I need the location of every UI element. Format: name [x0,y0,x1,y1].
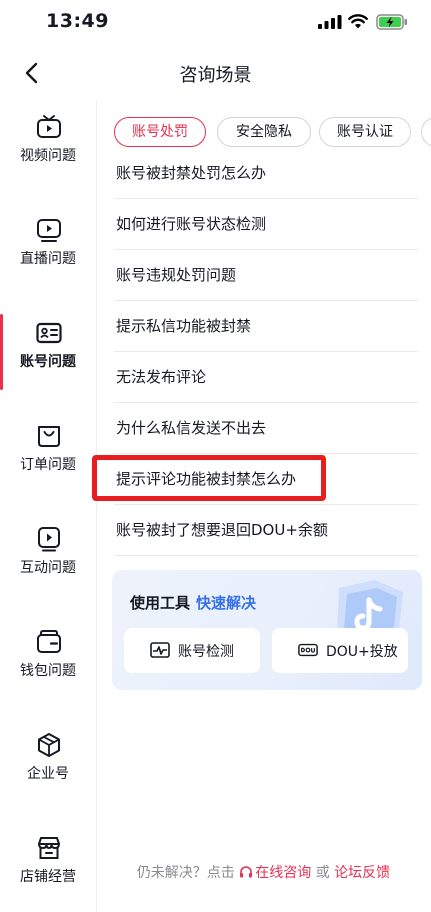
online-consult-label: 在线咨询 [255,865,312,881]
tools-title-accent: 快速解决 [196,594,257,612]
sidebar-item-label: 互动问题 [20,560,76,576]
question-text: 账号违规处罚问题 [116,266,237,284]
sidebar-item-label: 企业号 [27,766,69,782]
question-text: 无法发布评论 [116,368,207,386]
footer-or: 或 [315,865,330,881]
question-text: 为什么私信发送不出去 [116,419,267,437]
dou-plus-button[interactable]: DOU+投放 [272,628,408,673]
sidebar-item-enterprise[interactable]: 企业号 [0,718,96,821]
sidebar-item-live[interactable]: 直播问题 [0,203,96,306]
battery-charging-icon [376,14,407,30]
question-text: 提示私信功能被封禁 [116,317,252,335]
shopping-bag-icon [38,426,60,447]
tool-label: 账号检测 [178,644,234,660]
footer-prefix: 仍未解决？点击 [136,865,235,881]
sidebar-item-label: 钱包问题 [20,663,76,679]
question-item[interactable]: 为什么私信发送不出去 [114,402,418,454]
screen: 13:49 咨询场景 视频问题 直播问题 账号问题 订单问题 互动问题 钱包问题… [0,0,431,912]
question-item[interactable]: 无法发布评论 [114,351,418,403]
dou-icon [298,643,318,657]
chip-account-verify[interactable]: 账号认证 [319,117,411,147]
chip-account-penalty[interactable]: 账号处罚 [114,117,206,147]
wifi-icon [348,14,368,29]
tool-label: DOU+投放 [326,644,398,660]
cube-icon [38,733,60,757]
sidebar-item-account[interactable]: 账号问题 [0,306,96,409]
wallet-icon [37,630,61,653]
pulse-icon [150,642,170,658]
live-play-icon [37,219,61,242]
help-footer: 仍未解决？点击 在线咨询 或 论坛反馈 [96,862,431,888]
sidebar-item-video[interactable]: 视频问题 [0,100,96,203]
question-item[interactable]: 提示私信功能被封禁 [114,300,418,352]
sidebar-item-label: 视频问题 [20,148,76,164]
question-item[interactable]: 账号被封了想要退回DOU+余额 [114,504,418,556]
sidebar-item-wallet[interactable]: 钱包问题 [0,615,96,718]
signal-icon [318,15,342,29]
sidebar-item-label: 订单问题 [20,457,76,473]
sidebar: 视频问题 直播问题 账号问题 订单问题 互动问题 钱包问题 企业号 店铺经营 [0,100,97,912]
chip-security-privacy[interactable]: 安全隐私 [217,117,311,147]
chip-more-partial[interactable] [421,117,431,147]
sidebar-item-label: 店铺经营 [20,869,76,885]
question-text: 账号被封了想要退回DOU+余额 [116,521,328,539]
question-text: 如何进行账号状态检测 [116,215,267,233]
sidebar-item-interact[interactable]: 互动问题 [0,512,96,615]
id-card-icon [36,322,62,344]
headset-icon [240,866,253,878]
store-icon [38,837,60,859]
nav-bar: 咨询场景 [0,46,431,100]
question-text: 账号被封禁处罚怎么办 [116,164,267,182]
tools-card: 使用工具 快速解决 账号检测 DOU+投放 [112,570,422,690]
online-consult-link[interactable]: 在线咨询 [239,865,311,881]
question-item[interactable]: 如何进行账号状态检测 [114,198,418,250]
account-check-button[interactable]: 账号检测 [124,628,260,673]
status-bar: 13:49 [0,0,431,46]
question-item[interactable]: 账号违规处罚问题 [114,249,418,301]
category-chips: 账号处罚 安全隐私 账号认证 [114,117,431,147]
sidebar-item-label: 账号问题 [20,354,76,370]
interact-play-icon [38,527,60,552]
tv-icon [37,115,61,138]
question-item[interactable]: 账号被封禁处罚怎么办 [114,147,418,199]
sidebar-item-order[interactable]: 订单问题 [0,409,96,512]
question-item[interactable]: 提示评论功能被封禁怎么办 [114,453,418,505]
page-title: 咨询场景 [179,65,252,86]
sidebar-item-store[interactable]: 店铺经营 [0,821,96,912]
forum-feedback-link[interactable]: 论坛反馈 [334,865,390,881]
question-text: 提示评论功能被封禁怎么办 [116,470,297,488]
tools-title: 使用工具 快速解决 [130,592,256,613]
sidebar-item-label: 直播问题 [20,251,76,267]
status-time: 13:49 [46,10,109,32]
tools-title-text: 使用工具 [130,594,191,612]
